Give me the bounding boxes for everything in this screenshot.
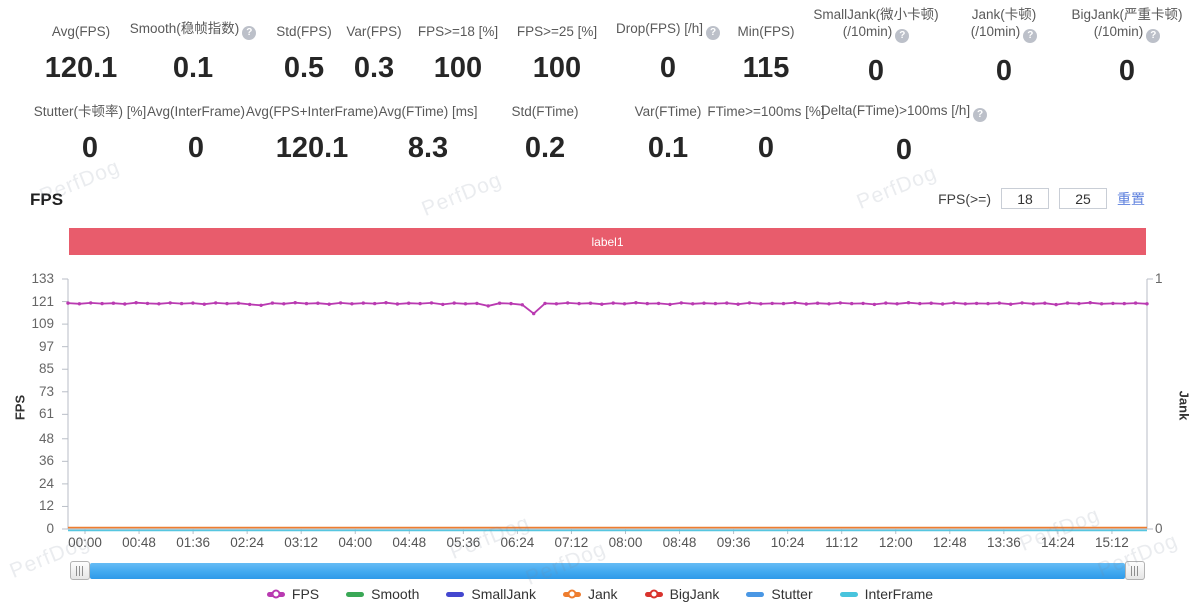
y-axis-tick-label: 48: [38, 430, 54, 446]
section-title: FPS: [30, 190, 64, 209]
grip-icon: [76, 565, 84, 576]
y-axis-title-jank: Jank: [1176, 390, 1192, 421]
help-icon[interactable]: ?: [1146, 29, 1161, 43]
stat-label: SmallJank(微小卡顿) (/10min)?: [796, 6, 956, 43]
y-axis-tick-label: 133: [31, 271, 54, 286]
stat-fps-ge-18: FPS>=18 [%] 100: [403, 6, 513, 83]
stat-label-line: FPS>=25 [%]: [516, 24, 598, 39]
chart-plot-area[interactable]: [60, 277, 1156, 540]
scrollbar-left-handle[interactable]: [70, 561, 90, 580]
stat-smooth: Smooth(稳帧指数)? 0.1: [113, 6, 273, 83]
reset-link[interactable]: 重置: [1117, 189, 1145, 209]
legend-label: Smooth: [371, 586, 420, 602]
y-axis-tick-label: 24: [38, 475, 54, 491]
stat-value: 0: [659, 52, 677, 84]
y-axis-tick-label: 36: [38, 453, 54, 469]
fps-threshold-filter: FPS(>=) 重置: [938, 188, 1145, 209]
label-banner-text: label1: [591, 234, 624, 249]
chart-legend: FPS Smooth SmallJank Jank BigJank Stutter Inte…: [0, 586, 1200, 602]
stat-label-line: Avg(FTime) [ms]: [378, 104, 478, 119]
stat-label-line: SmallJank(微小卡顿): [813, 7, 939, 22]
perfdog-watermark: PerfDog: [418, 168, 506, 221]
legend-item-smooth[interactable]: Smooth: [346, 586, 419, 602]
stat-label: FPS>=25 [%]: [502, 6, 612, 40]
stat-value: 0: [1118, 55, 1136, 87]
legend-marker: [839, 591, 858, 597]
legend-marker: [346, 591, 365, 597]
stat-fps-ge-25: FPS>=25 [%] 100: [502, 6, 612, 83]
help-icon[interactable]: ?: [242, 26, 257, 40]
grip-icon: [1131, 565, 1139, 576]
stat-label: Drop(FPS) [/h]?: [601, 6, 735, 40]
legend-marker: [746, 591, 765, 597]
stat-label-line: (/10min)?: [1047, 23, 1200, 43]
y-axis-tick-label: 61: [38, 406, 54, 422]
legend-dot: [271, 589, 281, 599]
legend-item-jank[interactable]: Jank: [562, 586, 618, 602]
stat-value: 0: [867, 55, 885, 87]
legend-marker: [266, 589, 285, 599]
stat-label: Avg(FTime) [ms]: [348, 102, 508, 120]
legend-label: FPS: [291, 586, 320, 602]
legend-item-stutter[interactable]: Stutter: [746, 586, 813, 602]
y-axis-tick-label: 12: [38, 498, 54, 514]
stat-label-line: Std(FTime): [511, 104, 579, 119]
stat-label-line: FPS>=18 [%]: [417, 24, 499, 39]
stat-value: 0.1: [172, 52, 214, 84]
stat-value: 8.3: [407, 132, 449, 164]
stat-label: Std(FTime): [490, 102, 600, 120]
legend-marker: [644, 589, 663, 599]
stat-label: FPS>=18 [%]: [403, 6, 513, 40]
legend-dot: [567, 589, 577, 599]
stat-small-jank: SmallJank(微小卡顿) (/10min)? 0: [796, 6, 956, 86]
help-icon[interactable]: ?: [973, 108, 988, 122]
y-axis-tick-label: 109: [31, 316, 54, 332]
fps-threshold-label: FPS(>=): [938, 190, 991, 207]
legend-label: Jank: [587, 586, 618, 602]
y-axis-tick-label: 73: [38, 383, 54, 399]
stat-std-ftime: Std(FTime) 0.2: [490, 102, 600, 163]
y-axis-tick-label: 121: [31, 293, 54, 309]
legend-item-bigjank[interactable]: BigJank: [644, 586, 720, 602]
fps-threshold-input-2[interactable]: [1059, 188, 1107, 209]
legend-label: InterFrame: [864, 586, 934, 602]
legend-label: BigJank: [669, 586, 720, 602]
y-axis-right-tick-label: 0: [1155, 521, 1163, 536]
y-axis-right-tick-label: 1: [1155, 271, 1163, 286]
stat-label: BigJank(严重卡顿) (/10min)?: [1047, 6, 1200, 43]
legend-marker: [562, 589, 581, 599]
stat-label-line: (/10min)?: [796, 23, 956, 43]
help-icon[interactable]: ?: [1023, 29, 1038, 43]
legend-item-fps[interactable]: FPS: [266, 586, 320, 602]
perfdog-watermark: PerfDog: [853, 161, 941, 214]
stat-avg-ftime: Avg(FTime) [ms] 8.3: [348, 102, 508, 163]
legend-item-smalljank[interactable]: SmallJank: [446, 586, 536, 602]
y-axis-tick-label: 0: [46, 521, 54, 536]
stat-label: Delta(FTime)>100ms [/h]?: [794, 102, 1014, 122]
stat-label-line: Delta(FTime)>100ms [/h]?: [794, 102, 1014, 122]
stat-label-line: Smooth(稳帧指数)?: [113, 20, 273, 40]
stat-delta-ftime: Delta(FTime)>100ms [/h]? 0: [794, 102, 1014, 165]
legend-item-interframe[interactable]: InterFrame: [839, 586, 934, 602]
y-axis-tick-label: 85: [38, 361, 54, 377]
legend-dot: [649, 589, 659, 599]
label-banner[interactable]: label1: [69, 228, 1146, 255]
legend-marker: [446, 591, 465, 597]
stat-value: 100: [532, 52, 582, 84]
scrollbar-right-handle[interactable]: [1125, 561, 1145, 580]
help-icon[interactable]: ?: [895, 29, 910, 43]
stat-value: 0: [895, 134, 913, 166]
fps-threshold-input-1[interactable]: [1001, 188, 1049, 209]
scrollbar-track[interactable]: [90, 563, 1125, 579]
legend-label: Stutter: [771, 586, 813, 602]
y-axis-tick-label: 97: [38, 338, 54, 354]
stat-big-jank: BigJank(严重卡顿) (/10min)? 0: [1047, 6, 1200, 86]
legend-label: SmallJank: [471, 586, 536, 602]
stat-drop-fps: Drop(FPS) [/h]? 0: [601, 6, 735, 83]
stat-value: 0.2: [524, 132, 566, 164]
stat-label-line: BigJank(严重卡顿): [1071, 7, 1183, 22]
stat-label: Smooth(稳帧指数)?: [113, 6, 273, 40]
stat-value: 100: [433, 52, 483, 84]
stat-label-line: Drop(FPS) [/h]?: [601, 20, 735, 40]
